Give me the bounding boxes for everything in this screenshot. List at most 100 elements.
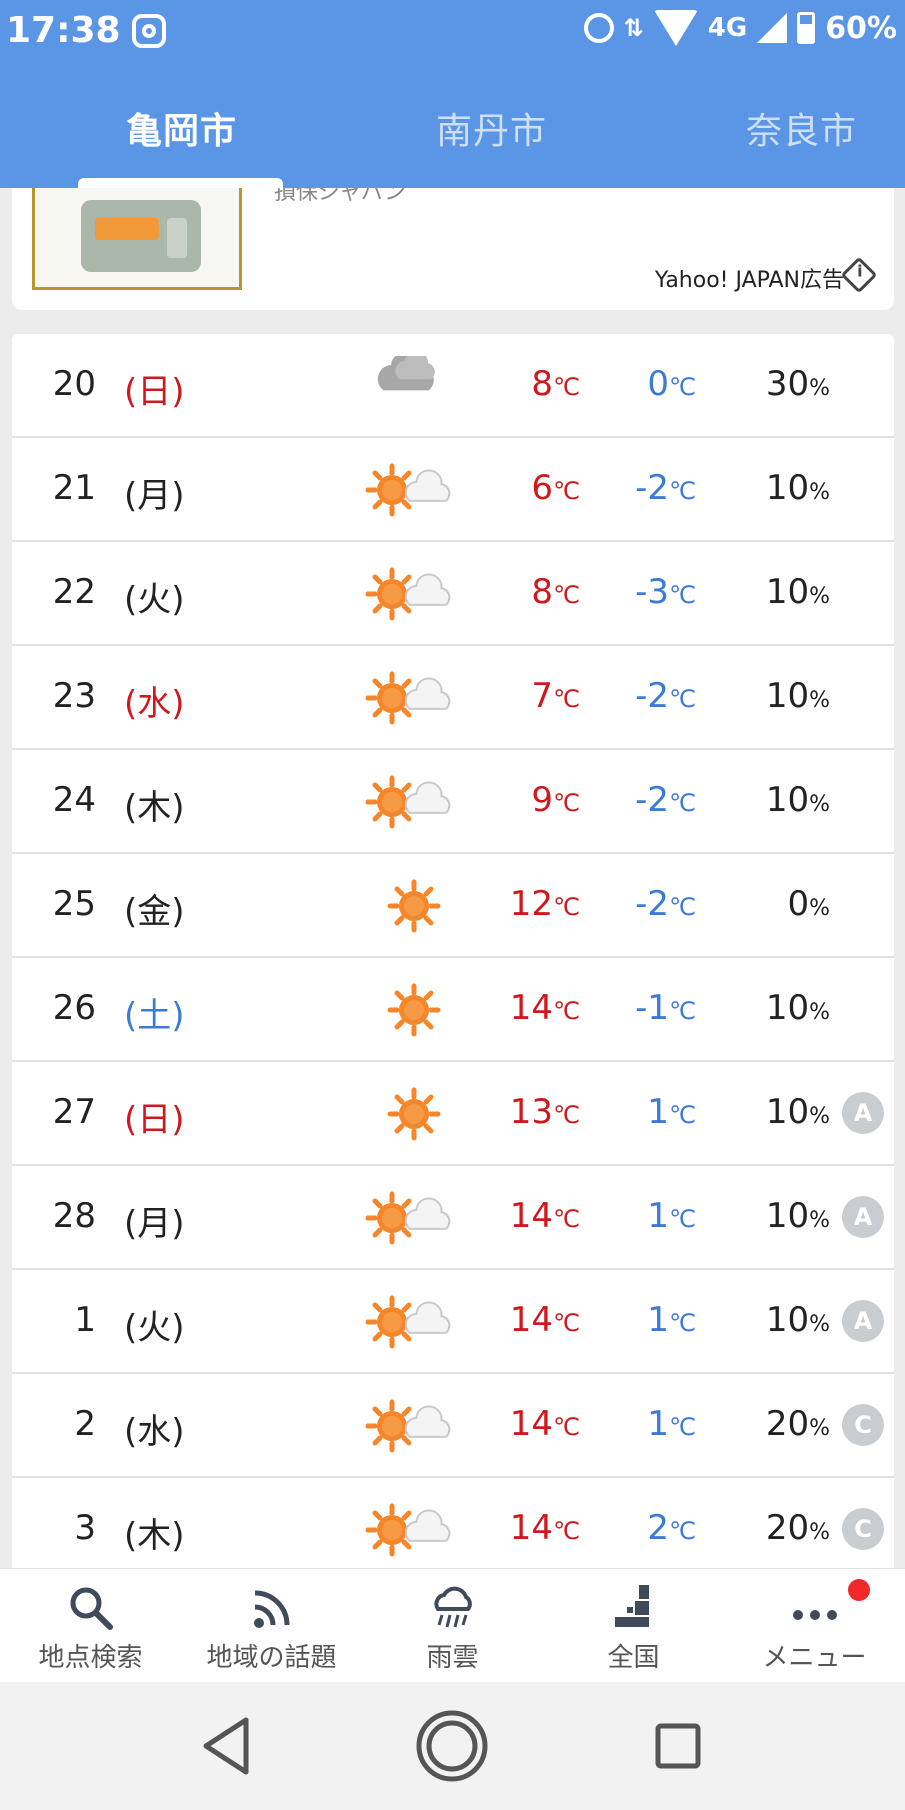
nav-local-topics[interactable]: 地域の話題 [181, 1569, 362, 1683]
ad-product-image[interactable] [32, 188, 242, 290]
nav-rain-cloud[interactable]: 雨雲 [362, 1569, 543, 1683]
nav-menu-label: メニュー [762, 1643, 867, 1673]
high-temp-value: 8 [531, 364, 554, 404]
precip-value: 10 [765, 780, 810, 820]
forecast-weekday: (木) [124, 788, 185, 828]
forecast-date: 22 [52, 572, 96, 612]
high-temp-value: 6 [531, 468, 554, 508]
temp-unit: ℃ [553, 997, 580, 1025]
high-temp-value: 13 [509, 1092, 554, 1132]
forecast-row[interactable]: 20 (日) 8℃ 0℃ 30% [12, 334, 894, 438]
nav-search[interactable]: 地点検索 [0, 1569, 181, 1683]
percent-unit: % [809, 1416, 830, 1441]
sunny-icon [387, 1087, 441, 1141]
recents-icon[interactable] [638, 1710, 718, 1782]
rain-cloud-icon [434, 1586, 472, 1628]
sunny-then-cloudy-icon [365, 567, 451, 621]
forecast-row[interactable]: 3 (木) 14℃ 2℃ 20% C [12, 1478, 894, 1568]
precip-value: 20 [765, 1508, 810, 1548]
forecast-row[interactable]: 23 (水) 7℃ -2℃ 10% [12, 646, 894, 750]
percent-unit: % [809, 1104, 830, 1129]
sunny-then-cloudy-icon [365, 1295, 451, 1349]
tab-nantan[interactable]: 南丹市 [436, 102, 547, 154]
forecast-weekday: (金) [124, 892, 185, 932]
precip-value: 10 [765, 1196, 810, 1236]
temp-unit: ℃ [669, 1517, 696, 1545]
low-temp: -2℃ [582, 676, 696, 716]
toaster-image [81, 200, 201, 272]
percent-unit: % [809, 1000, 830, 1025]
forecast-date: 26 [52, 988, 96, 1028]
low-temp: -2℃ [582, 780, 696, 820]
forecast-date: 3 [74, 1508, 96, 1548]
forecast-date: 28 [52, 1196, 96, 1236]
sunny-then-cloudy-icon [365, 1399, 451, 1453]
sunny-icon [387, 879, 441, 933]
temp-unit: ℃ [669, 1205, 696, 1233]
forecast-weekday: (火) [124, 1308, 185, 1348]
high-temp-value: 14 [509, 1300, 554, 1340]
temp-unit: ℃ [669, 477, 696, 505]
tab-nara[interactable]: 奈良市 [746, 102, 857, 154]
high-temp: 14℃ [452, 1508, 580, 1548]
status-icons: ⇅ 4G 60% [583, 10, 897, 46]
forecast-row[interactable]: 1 (火) 14℃ 1℃ 10% A [12, 1270, 894, 1374]
low-temp-value: -1 [635, 988, 670, 1028]
precip-probability: 30% [712, 364, 830, 404]
forecast-date: 20 [52, 364, 96, 404]
forecast-row[interactable]: 2 (水) 14℃ 1℃ 20% C [12, 1374, 894, 1478]
forecast-row[interactable]: 21 (月) 6℃ -2℃ 10% [12, 438, 894, 542]
network-type: 4G [707, 13, 748, 43]
forecast-row[interactable]: 27 (日) 13℃ 1℃ 10% A [12, 1062, 894, 1166]
low-temp-value: 1 [647, 1092, 670, 1132]
tab-kameoka[interactable]: 亀岡市 [126, 102, 237, 154]
nav-rain-cloud-label: 雨雲 [426, 1643, 479, 1673]
high-temp: 14℃ [452, 1300, 580, 1340]
low-temp: -3℃ [582, 572, 696, 612]
nav-menu[interactable]: メニュー [724, 1569, 905, 1683]
back-icon[interactable] [186, 1710, 266, 1782]
precip-value: 20 [765, 1404, 810, 1444]
city-tabs: 亀岡市 南丹市 奈良市 [0, 62, 905, 188]
forecast-row[interactable]: 25 (金) 12℃ -2℃ 0% [12, 854, 894, 958]
nav-nationwide[interactable]: 全国 [543, 1569, 724, 1683]
battery-icon [797, 12, 816, 44]
japan-map-icon [615, 1585, 649, 1627]
sunny-then-cloudy-icon [365, 1191, 451, 1245]
high-temp-value: 14 [509, 1404, 554, 1444]
forecast-row[interactable]: 22 (火) 8℃ -3℃ 10% [12, 542, 894, 646]
precip-probability: 10% [712, 1196, 830, 1236]
high-temp: 14℃ [452, 988, 580, 1028]
temp-unit: ℃ [669, 1413, 696, 1441]
notification-badge [848, 1579, 870, 1601]
forecast-date: 1 [74, 1300, 96, 1340]
ad-card[interactable]: 損保ジャパン Yahoo! JAPAN広告 [12, 188, 894, 310]
temp-unit: ℃ [669, 685, 696, 713]
reliability-badge: A [842, 1196, 884, 1238]
precip-probability: 10% [712, 468, 830, 508]
search-icon [70, 1587, 113, 1630]
forecast-date: 2 [74, 1404, 96, 1444]
temp-unit: ℃ [553, 685, 580, 713]
temp-unit: ℃ [553, 581, 580, 609]
home-icon[interactable] [412, 1710, 492, 1782]
forecast-date: 25 [52, 884, 96, 924]
alarm-icon [583, 13, 614, 43]
sunny-then-cloudy-icon [365, 671, 451, 725]
reliability-badge: C [842, 1508, 884, 1550]
low-temp: -1℃ [582, 988, 696, 1028]
ad-info-icon[interactable] [840, 256, 878, 294]
temp-unit: ℃ [553, 1517, 580, 1545]
high-temp-value: 14 [509, 1508, 554, 1548]
precip-value: 10 [765, 572, 810, 612]
sunny-then-cloudy-icon [365, 1503, 451, 1557]
percent-unit: % [809, 480, 830, 505]
sunny-icon [387, 983, 441, 1037]
forecast-row[interactable]: 26 (土) 14℃ -1℃ 10% [12, 958, 894, 1062]
forecast-row[interactable]: 24 (木) 9℃ -2℃ 10% [12, 750, 894, 854]
instagram-icon [132, 14, 166, 48]
reliability-badge: A [842, 1300, 884, 1342]
high-temp-value: 12 [509, 884, 554, 924]
precip-value: 10 [765, 1300, 810, 1340]
forecast-row[interactable]: 28 (月) 14℃ 1℃ 10% A [12, 1166, 894, 1270]
